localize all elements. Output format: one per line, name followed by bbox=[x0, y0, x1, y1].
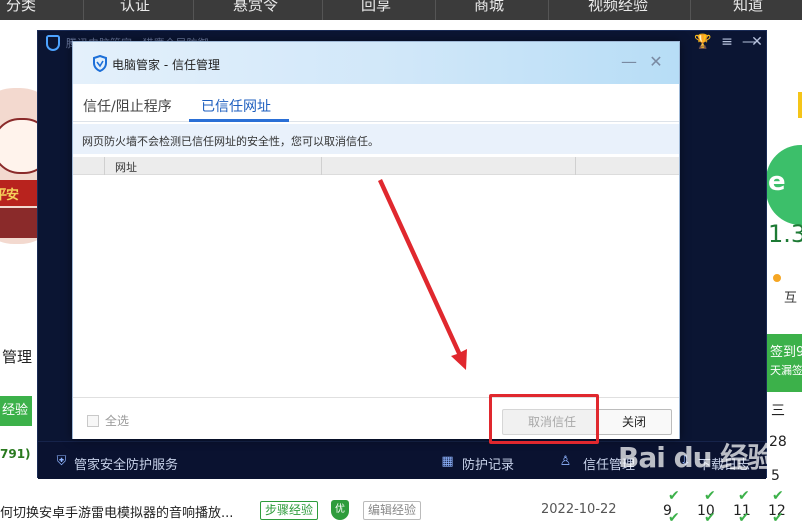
baidu-watermark: Bai du 经验 jingyan.baidu.com bbox=[618, 432, 775, 502]
watermark-url: jingyan.baidu.com bbox=[626, 480, 728, 493]
watermark-brand: Bai du 经验 bbox=[618, 441, 775, 474]
